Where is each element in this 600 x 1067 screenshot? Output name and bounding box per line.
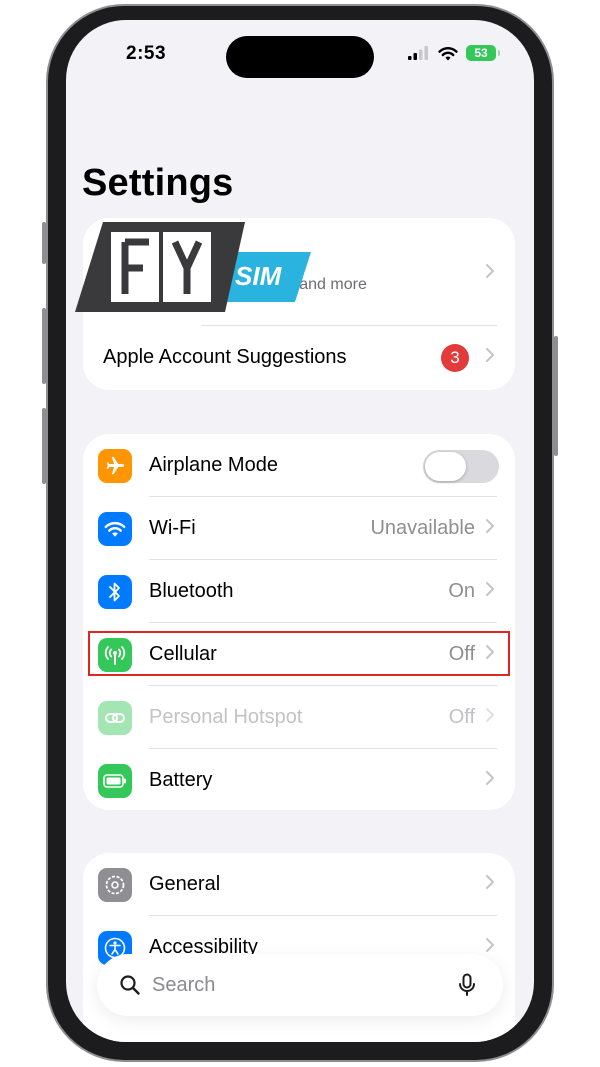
chevron-right-icon	[486, 875, 494, 889]
bluetooth-label: Bluetooth	[149, 580, 234, 602]
airplane-mode-toggle[interactable]	[423, 450, 499, 483]
chevron-right-icon	[486, 771, 494, 785]
wifi-label: Wi-Fi	[149, 517, 196, 539]
battery-label: Battery	[149, 769, 213, 791]
general-label: General	[149, 873, 221, 895]
airplane-mode-row[interactable]: Airplane Mode	[83, 434, 515, 497]
search-bar[interactable]: Search	[97, 954, 503, 1016]
power-button	[554, 336, 558, 456]
battery-row[interactable]: Battery	[83, 749, 515, 810]
battery-indicator: 53	[466, 45, 500, 61]
logo-letters: FY	[75, 222, 77, 223]
personal-hotspot-label: Personal Hotspot	[149, 706, 303, 728]
wifi-value: Unavailable	[370, 517, 475, 539]
wifi-row[interactable]: Wi-Fi Unavailable	[83, 497, 515, 560]
notification-badge: 3	[441, 344, 469, 372]
wifi-icon	[98, 512, 132, 546]
action-side-button	[42, 222, 46, 264]
apple-account-suggestions-row[interactable]: Apple Account Suggestions 3	[83, 326, 515, 389]
gear-icon	[98, 868, 132, 902]
search-placeholder: Search	[152, 973, 216, 996]
cellular-highlight	[88, 631, 510, 676]
toggle-knob	[425, 452, 466, 481]
status-icons: 53	[408, 45, 500, 61]
battery-icon	[98, 764, 132, 798]
connectivity-group: Airplane Mode Wi-Fi Unavailable Bluetoot…	[83, 434, 515, 810]
personal-hotspot-row[interactable]: Personal Hotspot Off	[83, 686, 515, 749]
chevron-right-icon	[486, 938, 494, 952]
volume-down-button	[42, 408, 46, 484]
logo-banner-text: SIM	[235, 261, 283, 291]
screen: 2:53 53 Settings iCloud, and more Apple …	[66, 20, 534, 1042]
hotspot-icon	[98, 701, 132, 735]
airplane-mode-label: Airplane Mode	[149, 454, 278, 476]
search-icon	[120, 975, 140, 995]
chevron-right-icon	[486, 348, 494, 362]
status-time: 2:53	[126, 43, 167, 64]
bluetooth-icon	[98, 575, 132, 609]
signal-icon	[408, 46, 428, 60]
chevron-right-icon	[486, 708, 494, 722]
dynamic-island	[226, 36, 374, 78]
chevron-right-icon	[486, 264, 494, 278]
volume-up-button	[42, 308, 46, 384]
chevron-right-icon	[486, 582, 494, 596]
fy-sim-logo: SIM FY	[75, 222, 311, 312]
suggestions-label: Apple Account Suggestions	[103, 346, 347, 368]
chevron-right-icon	[486, 519, 494, 533]
bluetooth-row[interactable]: Bluetooth On	[83, 560, 515, 623]
bluetooth-value: On	[448, 580, 475, 602]
personal-hotspot-value: Off	[448, 706, 475, 728]
page-title: Settings	[82, 162, 234, 204]
wifi-status-icon	[438, 46, 458, 60]
microphone-icon[interactable]	[458, 973, 476, 997]
airplane-icon	[98, 449, 132, 483]
general-row[interactable]: General	[83, 853, 515, 916]
